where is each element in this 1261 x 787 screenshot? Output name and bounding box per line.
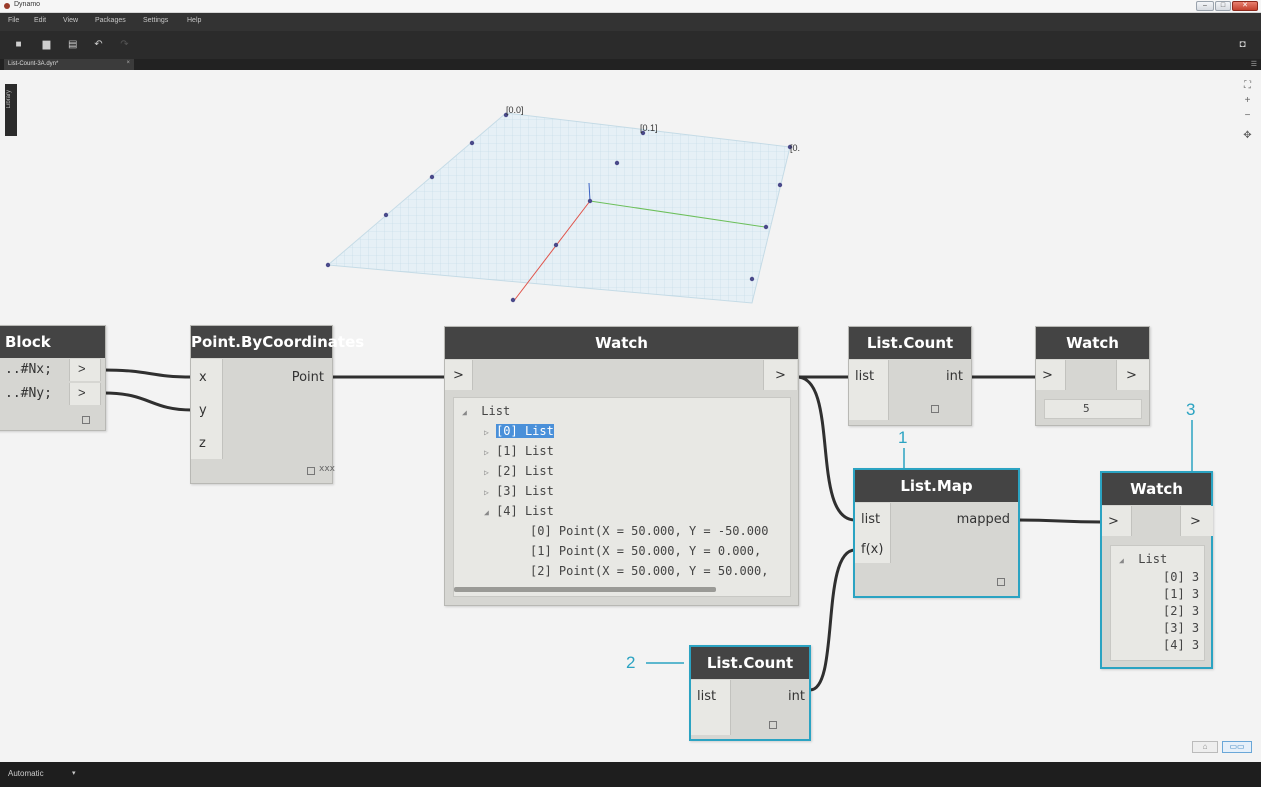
preview-toggle-icon[interactable]	[997, 578, 1005, 586]
preview-toggle-icon[interactable]	[82, 416, 90, 424]
watch-input-label: >	[453, 368, 464, 383]
watch-node-main[interactable]: Watch > > > ◢ List ▷ [0] List ▷ [1] List…	[444, 326, 799, 606]
watch-value-box: 5	[1044, 399, 1142, 419]
watch-tree-view[interactable]: ◢ List ▷ [0] List ▷ [1] List ▷ [2] List …	[453, 397, 791, 597]
tree-root: ◢ List	[462, 404, 511, 418]
tree-item-2: [2] 3	[1163, 604, 1200, 618]
watch-node-count[interactable]: Watch > > 5	[1035, 326, 1150, 426]
preview-toggle-icon[interactable]	[769, 721, 777, 729]
output-port-mapped[interactable]: mapped	[957, 512, 1010, 527]
wire-count-to-fx	[809, 548, 856, 692]
callout-3: 3	[1186, 400, 1196, 419]
tree-item-4-1: [1] Point(X = 50.000, Y = 0.000,	[530, 544, 762, 558]
chevron-down-icon[interactable]: ▾	[72, 769, 76, 777]
input-port-z[interactable]: z	[199, 436, 206, 451]
wire-nx-to-x	[103, 368, 193, 379]
watch-tree-view[interactable]: ◢ List [0] 3 [1] 3 [2] 3 [3] 3 [4] 3	[1110, 545, 1205, 661]
list-count-node-bottom[interactable]: List.Count list int	[689, 645, 811, 741]
tree-item-4-0: [0] Point(X = 50.000, Y = -50.000	[530, 524, 769, 538]
code-block-node[interactable]: Block ..#Nx; ..#Ny; > >	[0, 325, 106, 431]
run-mode-dropdown[interactable]: Automatic	[8, 769, 44, 778]
output-port-int[interactable]: int	[946, 369, 963, 384]
tree-item-4: [4] 3	[1163, 638, 1200, 652]
input-port[interactable]: >	[1108, 514, 1119, 529]
watch-value: 5	[1083, 402, 1090, 415]
tree-root: ◢ List	[1119, 552, 1168, 566]
tree-item-0: ▷ [0] List	[484, 424, 554, 438]
node-title: List.Map	[855, 470, 1018, 502]
tree-item-1: [1] 3	[1163, 587, 1200, 601]
tree-item-0: [0] 3	[1163, 570, 1200, 584]
tree-item-1: ▷ [1] List	[484, 444, 554, 458]
tree-item-4-2: [2] Point(X = 50.000, Y = 50.000,	[530, 564, 769, 578]
input-port-x[interactable]: x	[199, 370, 207, 385]
input-port[interactable]: >	[1042, 368, 1053, 383]
tree-item-2: ▷ [2] List	[484, 464, 554, 478]
list-map-node[interactable]: List.Map list f(x) mapped	[853, 468, 1020, 598]
output-port-nx[interactable]: >	[69, 359, 101, 381]
preview-toggle-icon[interactable]	[307, 467, 315, 475]
output-port-int[interactable]: int	[788, 689, 805, 704]
output-port-point[interactable]: Point	[292, 370, 324, 385]
input-port-fx[interactable]: f(x)	[861, 542, 883, 557]
preview-toggle-icon[interactable]	[931, 405, 939, 413]
graph-view-toggle-icon[interactable]: ▭▭	[1222, 741, 1252, 753]
status-bar: Automatic ▾	[0, 762, 1261, 787]
node-title: Block	[0, 326, 105, 358]
input-port-y[interactable]: y	[199, 403, 207, 418]
node-title: Watch	[1036, 327, 1149, 359]
watch-node-mapped[interactable]: Watch > > ◢ List [0] 3 [1] 3 [2] 3 [3] 3…	[1100, 471, 1213, 669]
tree-item-3: [3] 3	[1163, 621, 1200, 635]
lacing-indicator: xxx	[319, 464, 335, 474]
code-line-1: ..#Nx;	[5, 362, 52, 377]
callout-1: 1	[898, 428, 908, 447]
callout-2: 2	[626, 653, 636, 672]
output-port-ny[interactable]: >	[69, 383, 101, 405]
output-port[interactable]: >	[775, 368, 786, 383]
node-title: List.Count	[849, 327, 971, 359]
node-title: Watch	[445, 327, 798, 359]
input-port-list[interactable]: list	[697, 689, 716, 704]
output-port[interactable]: >	[1190, 514, 1201, 529]
output-port[interactable]: >	[1126, 368, 1137, 383]
tree-item-3: ▷ [3] List	[484, 484, 554, 498]
geometry-view-toggle-icon[interactable]: ⌂	[1192, 741, 1218, 753]
code-line-2: ..#Ny;	[5, 386, 52, 401]
input-port-list[interactable]: list	[861, 512, 880, 527]
point-by-coordinates-node[interactable]: Point.ByCoordinates x y z Point xxx	[190, 325, 364, 484]
horizontal-scrollbar[interactable]	[454, 587, 716, 592]
wire-map-to-watch	[1017, 518, 1103, 524]
wire-ny-to-y	[103, 391, 193, 412]
node-title: List.Count	[691, 647, 809, 679]
list-count-node-top[interactable]: List.Count list int	[848, 326, 972, 426]
node-title: Watch	[1102, 473, 1211, 505]
tree-item-4: ◢ [4] List	[484, 504, 554, 518]
wire-watch-to-map	[796, 375, 856, 522]
node-title: Point.ByCoordinates	[191, 326, 364, 358]
input-port-list[interactable]: list	[855, 369, 874, 384]
